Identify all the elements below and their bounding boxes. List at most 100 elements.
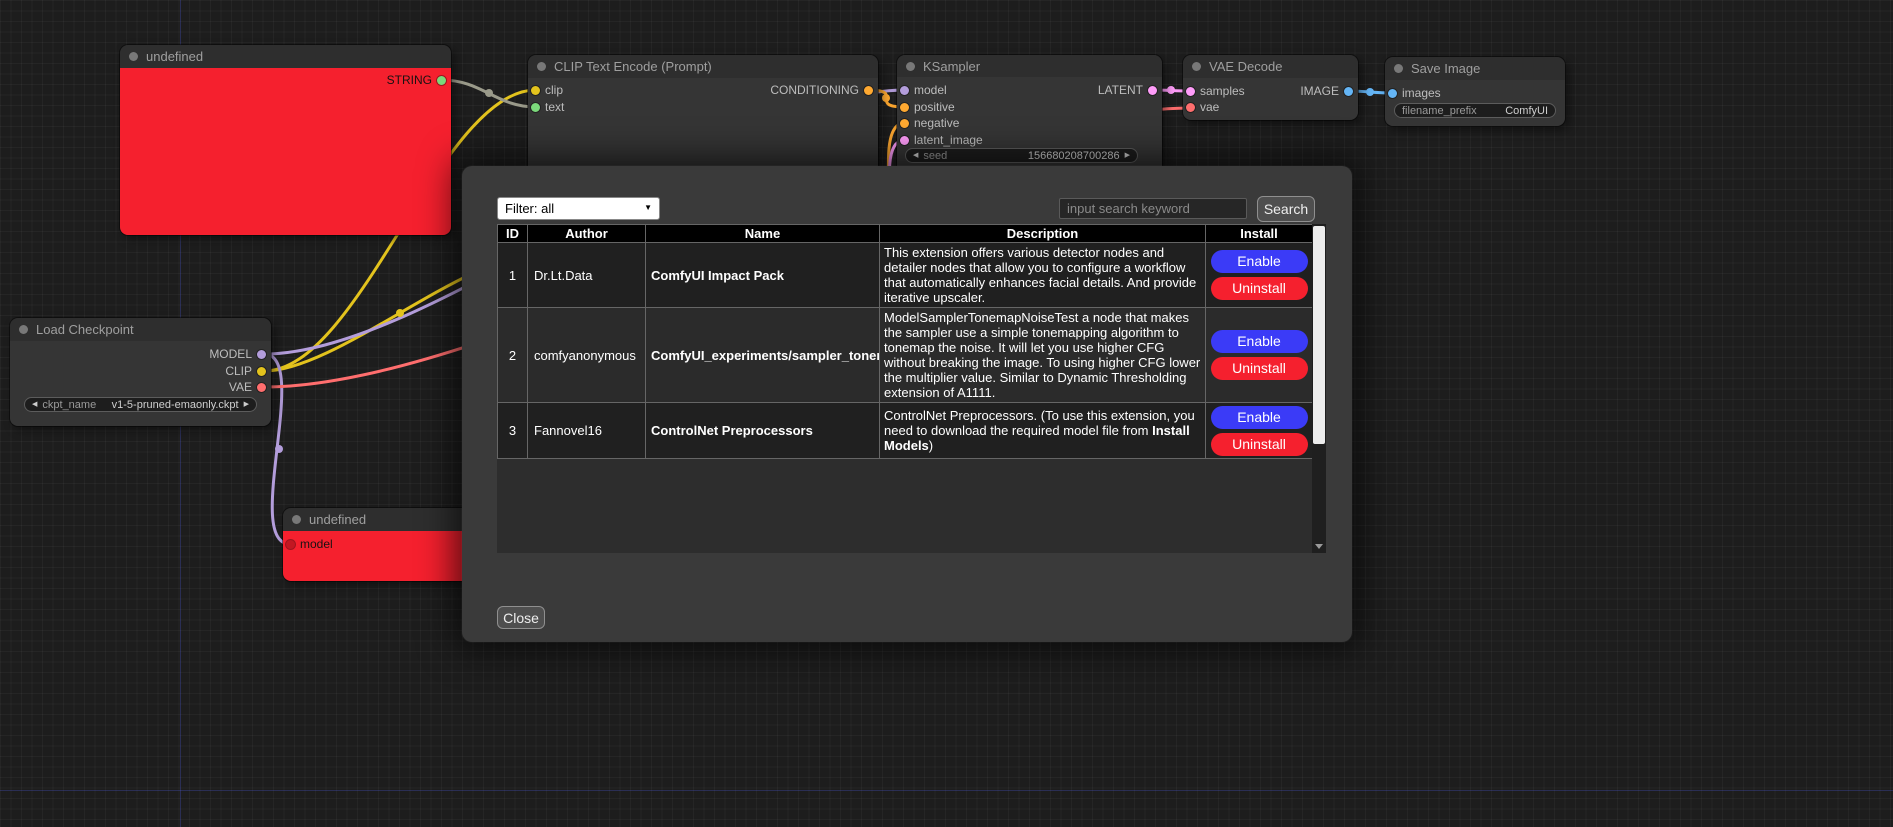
node-save-image[interactable]: Save Image images filename_prefix ComfyU… xyxy=(1385,57,1565,126)
cell-id: 2 xyxy=(498,308,528,403)
enable-button[interactable]: Enable xyxy=(1211,406,1308,429)
slot-label: negative xyxy=(914,116,959,130)
cell-author: comfyanonymous xyxy=(528,308,646,403)
input-dot-icon[interactable] xyxy=(900,119,909,128)
extension-link[interactable]: ControlNet Preprocessors xyxy=(646,403,880,459)
input-slot-model[interactable]: model xyxy=(286,537,333,551)
input-slot-samples[interactable]: samples xyxy=(1186,84,1245,98)
slot-label: model xyxy=(300,537,333,551)
scroll-down-arrow-icon[interactable] xyxy=(1315,544,1323,549)
prev-option-arrow-icon[interactable]: ◀ xyxy=(32,401,37,408)
uninstall-button[interactable]: Uninstall xyxy=(1211,433,1308,456)
input-dot-icon[interactable] xyxy=(900,136,909,145)
node-collapse-dot[interactable] xyxy=(906,62,915,71)
enable-button[interactable]: Enable xyxy=(1211,330,1308,353)
widget-label: ckpt_name xyxy=(42,399,96,411)
extension-link[interactable]: ComfyUI Impact Pack xyxy=(646,243,880,308)
slot-label: latent_image xyxy=(914,133,983,147)
col-header-name: Name xyxy=(646,225,880,243)
input-dot-icon[interactable] xyxy=(286,540,295,549)
output-slot-image[interactable]: IMAGE xyxy=(1300,84,1353,98)
node-title: Save Image xyxy=(1411,61,1480,76)
input-slot-model[interactable]: model xyxy=(900,83,947,97)
enable-button[interactable]: Enable xyxy=(1211,250,1308,273)
node-collapse-dot[interactable] xyxy=(19,325,28,334)
node-ksampler[interactable]: KSampler model positive negative latent_… xyxy=(897,55,1162,177)
node-collapse-dot[interactable] xyxy=(537,62,546,71)
next-option-arrow-icon[interactable]: ▶ xyxy=(244,401,249,408)
input-slot-images[interactable]: images xyxy=(1388,86,1441,100)
search-button[interactable]: Search xyxy=(1257,196,1315,222)
input-slot-positive[interactable]: positive xyxy=(900,100,955,114)
widget-label: filename_prefix xyxy=(1402,105,1477,117)
output-dot-icon[interactable] xyxy=(257,383,266,392)
node-title: undefined xyxy=(146,49,203,64)
uninstall-button[interactable]: Uninstall xyxy=(1211,277,1308,300)
cell-install: Enable Uninstall xyxy=(1206,403,1313,459)
col-header-author: Author xyxy=(528,225,646,243)
node-body: MODEL CLIP VAE ◀ ckpt_name v1-5-pruned-e… xyxy=(10,341,271,426)
output-slot-model[interactable]: MODEL xyxy=(209,347,266,361)
increment-arrow-icon[interactable]: ▶ xyxy=(1125,152,1130,159)
node-undefined-top[interactable]: undefined STRING xyxy=(120,45,451,235)
input-dot-icon[interactable] xyxy=(1186,103,1195,112)
slot-label: VAE xyxy=(229,380,252,394)
output-slot-latent[interactable]: LATENT xyxy=(1098,83,1157,97)
input-dot-icon[interactable] xyxy=(531,86,540,95)
input-dot-icon[interactable] xyxy=(900,103,909,112)
input-slot-latent-image[interactable]: latent_image xyxy=(900,133,983,147)
output-slot-string[interactable]: STRING xyxy=(387,73,446,87)
input-dot-icon[interactable] xyxy=(1388,89,1397,98)
input-dot-icon[interactable] xyxy=(1186,87,1195,96)
output-dot-icon[interactable] xyxy=(1148,86,1157,95)
input-dot-icon[interactable] xyxy=(531,103,540,112)
node-collapse-dot[interactable] xyxy=(292,515,301,524)
cell-id: 1 xyxy=(498,243,528,308)
search-input[interactable] xyxy=(1059,198,1247,219)
output-dot-icon[interactable] xyxy=(437,76,446,85)
output-dot-icon[interactable] xyxy=(257,367,266,376)
link-dot xyxy=(485,89,493,97)
widget-value[interactable]: 156680208700286 xyxy=(1028,150,1120,162)
manager-toolbar: Filter: all ▼ Search xyxy=(497,195,1315,222)
node-collapse-dot[interactable] xyxy=(1192,62,1201,71)
node-collapse-dot[interactable] xyxy=(129,52,138,61)
filename-prefix-widget[interactable]: filename_prefix ComfyUI xyxy=(1394,103,1556,118)
seed-widget[interactable]: ◀ seed 156680208700286 ▶ xyxy=(905,148,1138,163)
cell-install: Enable Uninstall xyxy=(1206,308,1313,403)
table-row: 1 Dr.Lt.Data ComfyUI Impact Pack This ex… xyxy=(498,243,1313,308)
comfyui-app: { "icons": { "caret_down": "▼", "step_le… xyxy=(0,0,1893,827)
close-button[interactable]: Close xyxy=(497,606,545,629)
node-body: images filename_prefix ComfyUI xyxy=(1385,80,1565,126)
ckpt-name-widget[interactable]: ◀ ckpt_name v1-5-pruned-emaonly.ckpt ▶ xyxy=(24,397,257,412)
slot-label: text xyxy=(545,100,564,114)
output-slot-vae[interactable]: VAE xyxy=(229,380,266,394)
node-load-checkpoint[interactable]: Load Checkpoint MODEL CLIP VAE ◀ ckpt_na… xyxy=(10,318,271,426)
link-dot xyxy=(275,445,283,453)
widget-value[interactable]: v1-5-pruned-emaonly.ckpt xyxy=(112,399,239,411)
slot-label: vae xyxy=(1200,100,1219,114)
input-dot-icon[interactable] xyxy=(900,86,909,95)
link-dot xyxy=(882,94,890,102)
output-dot-icon[interactable] xyxy=(864,86,873,95)
table-scrollbar[interactable] xyxy=(1312,224,1326,553)
decrement-arrow-icon[interactable]: ◀ xyxy=(913,152,918,159)
node-title-bar: Save Image xyxy=(1385,57,1565,80)
input-slot-vae[interactable]: vae xyxy=(1186,100,1219,114)
input-slot-text[interactable]: text xyxy=(531,100,564,114)
filter-select[interactable]: Filter: all xyxy=(497,197,660,220)
output-dot-icon[interactable] xyxy=(1344,87,1353,96)
input-slot-clip[interactable]: clip xyxy=(531,83,563,97)
node-collapse-dot[interactable] xyxy=(1394,64,1403,73)
uninstall-button[interactable]: Uninstall xyxy=(1211,357,1308,380)
output-slot-conditioning[interactable]: CONDITIONING xyxy=(770,83,873,97)
table-header-row: ID Author Name Description Install xyxy=(498,225,1313,243)
input-slot-negative[interactable]: negative xyxy=(900,116,959,130)
extension-link[interactable]: ComfyUI_experiments/sampler_tonemap xyxy=(646,308,880,403)
node-vae-decode[interactable]: VAE Decode samples vae IMAGE xyxy=(1183,55,1358,120)
scrollbar-thumb[interactable] xyxy=(1313,226,1325,444)
output-dot-icon[interactable] xyxy=(257,350,266,359)
widget-value[interactable]: ComfyUI xyxy=(1505,105,1548,117)
output-slot-clip[interactable]: CLIP xyxy=(225,364,266,378)
link-dot xyxy=(1366,88,1374,96)
